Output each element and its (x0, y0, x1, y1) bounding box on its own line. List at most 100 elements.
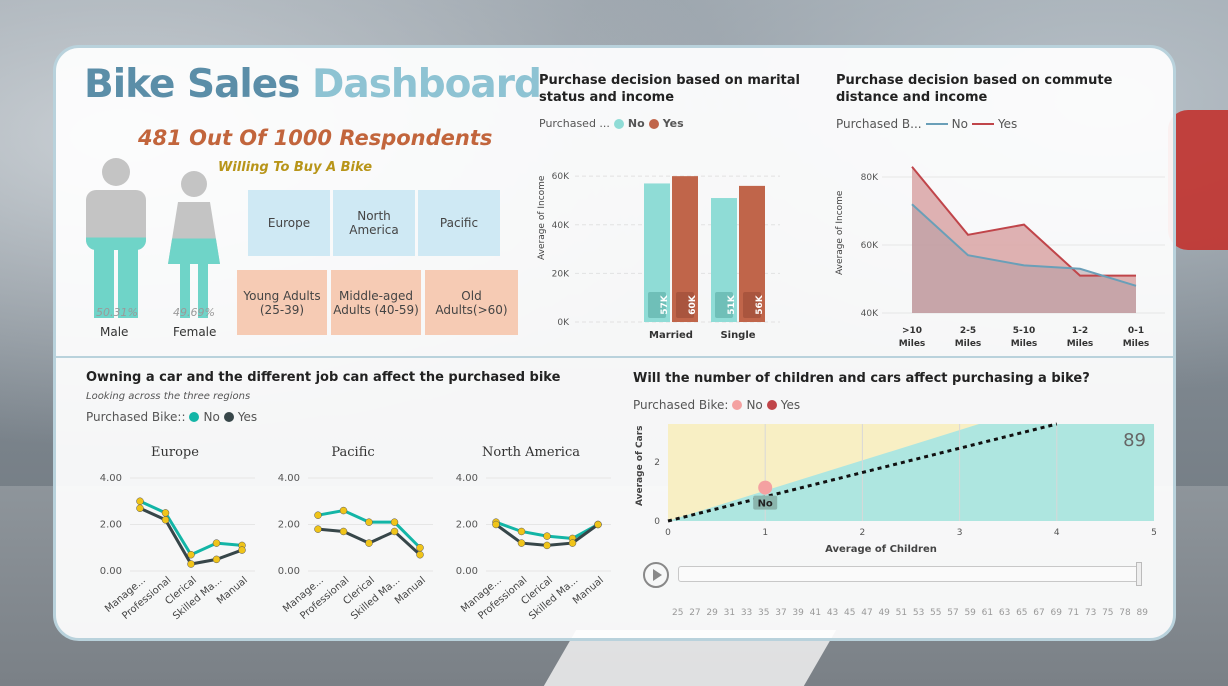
data-point (568, 539, 577, 547)
slider-tick: 71 (1067, 608, 1080, 618)
y-tick-label: 0.00 (100, 566, 122, 577)
children-xlabel: Average of Children (825, 544, 937, 555)
commute-legend: Purchased B... No Yes (836, 117, 1017, 131)
y-tick-label: 40K (552, 221, 570, 231)
x-tick-label: 5 (1151, 528, 1157, 538)
title-part2: Dashboard (312, 62, 542, 107)
region-chart-title: North America (482, 445, 580, 460)
slider-tick: 35 (758, 608, 770, 618)
slider-tick: 61 (981, 608, 994, 618)
male-label: Male (100, 325, 129, 339)
legend-yes[interactable]: Yes (238, 410, 257, 424)
legend-no[interactable]: No (628, 117, 645, 130)
x-tick-label: 5-10 (1013, 326, 1036, 336)
section-divider (56, 356, 1174, 358)
age-middle-aged[interactable]: Middle-aged Adults (40-59) (331, 270, 421, 335)
slider-tick: 73 (1084, 608, 1097, 618)
legend-no[interactable]: No (203, 410, 219, 424)
data-point (136, 504, 144, 512)
data-point (365, 539, 373, 547)
data-point (517, 527, 526, 536)
marital-legend: Purchased ... No Yes (539, 117, 684, 130)
line-no (139, 499, 243, 557)
x-tick-label: 1-2 (1072, 326, 1088, 336)
x-tick-label: 4 (1054, 528, 1060, 538)
y-tick-label: 2.00 (100, 520, 122, 531)
slider-tick: 33 (740, 608, 753, 618)
slider-tick: 37 (775, 608, 787, 618)
data-point (390, 518, 399, 526)
slider-tick: 53 (912, 608, 925, 618)
x-tick-label: 0-1 (1128, 326, 1144, 336)
job-chart-north-america: North America0.002.004.00Manage...Profes… (456, 445, 611, 622)
data-point-no (758, 480, 773, 495)
legend-yes-swatch (971, 123, 994, 125)
data-point (136, 497, 144, 505)
y-tick-label: 20K (552, 269, 570, 279)
y-tick-label: 40K (861, 309, 879, 319)
slider-tick: 51 (895, 608, 908, 618)
legend-yes[interactable]: Yes (998, 117, 1017, 131)
legend-yes-swatch (223, 412, 234, 422)
y-tick-label: 0K (557, 318, 570, 328)
legend-yes-swatch (648, 118, 659, 129)
age-young-adults[interactable]: Young Adults (25-39) (237, 270, 327, 335)
x-tick-label: >10 (902, 326, 922, 336)
data-point (365, 518, 373, 526)
region-europe[interactable]: Europe (248, 190, 330, 256)
marital-chart-title: Purchase decision based on marital statu… (539, 73, 801, 105)
x-tick-label: 3 (957, 528, 963, 538)
female-icon (168, 171, 220, 318)
data-point (594, 520, 602, 529)
age-play-slider[interactable] (678, 566, 1140, 582)
commute-legend-label: Purchased B... (836, 117, 922, 131)
legend-yes[interactable]: Yes (781, 398, 800, 412)
slider-tick: 49 (878, 608, 890, 618)
legend-no[interactable]: No (952, 117, 968, 131)
y-tick-label: 60K (552, 172, 570, 182)
x-tick-label: Married (649, 330, 693, 341)
play-button[interactable] (643, 562, 669, 588)
male-percent: 50.31% (96, 306, 138, 319)
y-tick-label: 4.00 (100, 473, 122, 484)
background-cyclist (1168, 110, 1228, 250)
y-tick-label: 2 (654, 458, 660, 468)
legend-yes-swatch (766, 400, 777, 410)
y-tick-label: 4.00 (456, 473, 478, 484)
x-tick-label: Miles (955, 339, 982, 349)
dashboard-title: Bike Sales Dashboard (84, 62, 542, 107)
data-point (238, 546, 246, 554)
legend-no-swatch (925, 123, 948, 125)
age-old-adults[interactable]: Old Adults(>60) (425, 270, 518, 335)
data-point (161, 509, 170, 517)
region-pacific[interactable]: Pacific (418, 190, 500, 256)
slider-tick: 63 (998, 608, 1011, 618)
commute-chart-title: Purchase decision based on commute dista… (836, 73, 1113, 105)
job-chart-subtitle: Looking across the three regions (86, 391, 251, 402)
x-tick-label: Miles (1067, 339, 1094, 349)
marital-legend-label: Purchased ... (539, 117, 610, 130)
male-icon (86, 158, 146, 318)
job-chart-title: Owning a car and the different job can a… (86, 370, 561, 385)
data-point (161, 516, 170, 524)
slider-tick: 67 (1033, 608, 1045, 618)
slider-tick: 55 (930, 608, 942, 618)
commute-ylabel: Average of Income (835, 190, 845, 275)
legend-no-swatch (732, 400, 743, 410)
slider-tick: 25 (672, 608, 684, 618)
region-north-america[interactable]: North America (333, 190, 415, 256)
data-point (339, 506, 348, 515)
data-point (187, 560, 195, 568)
y-tick-label: 0 (654, 517, 660, 527)
respondents-text: 481 Out Of 1000 Respondents (138, 126, 493, 150)
slider-tick: 75 (1102, 608, 1114, 618)
legend-yes[interactable]: Yes (663, 117, 684, 130)
x-tick-label: 0 (665, 528, 671, 538)
gender-icons (86, 158, 220, 318)
slider-handle[interactable] (1136, 562, 1142, 586)
slider-tick: 41 (809, 608, 822, 618)
region-chart-title: Pacific (331, 445, 374, 460)
x-tick-label: 2-5 (960, 326, 976, 336)
legend-no[interactable]: No (746, 398, 762, 412)
slider-tick: 27 (689, 608, 701, 618)
